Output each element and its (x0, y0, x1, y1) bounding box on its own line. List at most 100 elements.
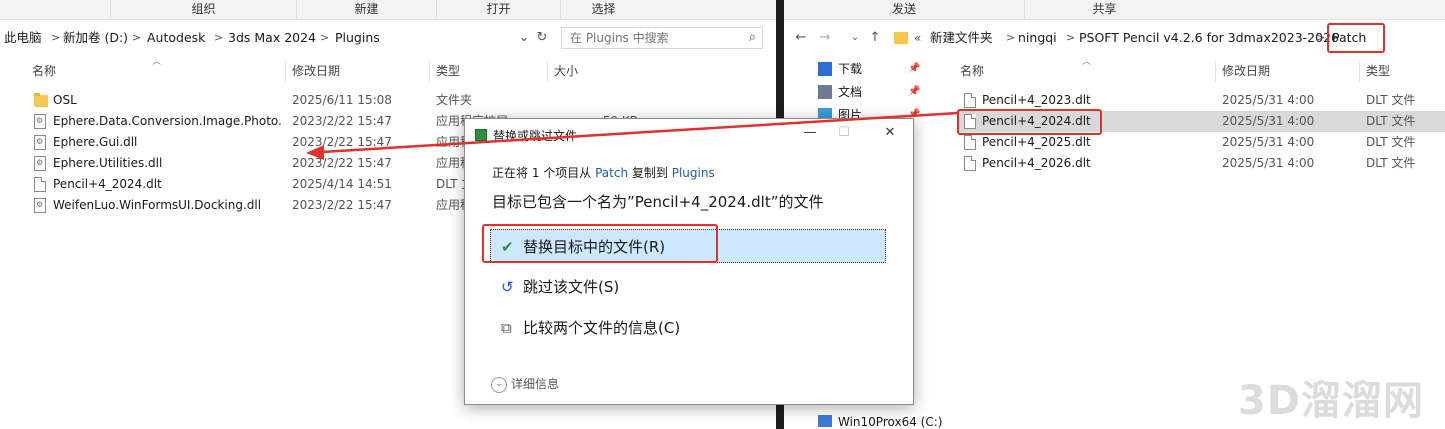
forward-arrow-icon[interactable]: → (816, 27, 834, 49)
table-row[interactable]: Pencil+4_2023.dlt 2025/5/31 4:00 DLT 文件 (958, 90, 1445, 111)
drive-icon (818, 415, 832, 427)
ribbon-open[interactable]: 打开 (436, 0, 560, 20)
compare-option-label: 比较两个文件的信息(C) (523, 319, 681, 337)
up-arrow-icon[interactable]: ↑ (866, 27, 884, 49)
column-header-date[interactable]: 修改日期 (1216, 60, 1360, 82)
file-date: 2025/5/31 4:00 (1222, 114, 1315, 128)
file-name: WeifenLuo.WinFormsUI.Docking.dll (53, 198, 262, 212)
file-date: 2023/2/22 15:47 (292, 156, 392, 170)
file-name: Pencil+4_2025.dlt (982, 135, 1091, 149)
dialog-subtitle: 正在将 1 个项目从 Patch 复制到 Plugins (492, 164, 715, 181)
breadcrumb-psoft-pencil[interactable]: PSOFT Pencil v4.2.6 for 3dmax2023-2026 (1079, 26, 1339, 50)
ribbon-share[interactable]: 共享 (1024, 0, 1184, 20)
breadcrumb-3dsmax[interactable]: 3ds Max 2024 (228, 26, 316, 50)
doc-icon (34, 177, 46, 192)
nav-item-label: 下载 (838, 62, 863, 76)
dialog-title: 替换或跳过文件 (493, 129, 578, 143)
breadcrumb-separator[interactable]: > (1006, 26, 1015, 50)
file-date: 2023/2/22 15:47 (292, 198, 392, 212)
file-name: Ephere.Data.Conversion.Image.Photo... (53, 114, 283, 128)
column-header-size[interactable]: 大小 (548, 60, 638, 82)
ribbon-send[interactable]: 发送 (784, 0, 1024, 20)
search-icon[interactable]: ⌕ (749, 30, 756, 45)
breadcrumb-separator[interactable]: > (132, 26, 141, 50)
annotation-box-pencil-2024 (957, 109, 1102, 135)
annotation-box-replace (482, 224, 718, 263)
recent-chevron-icon[interactable]: ⌄ (846, 27, 864, 49)
file-date: 2025/4/14 14:51 (292, 177, 392, 191)
source-folder-link[interactable]: Patch (595, 166, 628, 180)
breadcrumb-plugins[interactable]: Plugins (335, 26, 380, 50)
nav-item[interactable]: 下载 📌 (818, 58, 928, 80)
skip-arrow-icon: ↺ (501, 278, 514, 296)
download-icon (818, 62, 832, 76)
column-header-type[interactable]: 类型 (1360, 60, 1445, 82)
file-name: Pencil+4_2023.dlt (982, 93, 1091, 107)
file-date: 2025/5/31 4:00 (1222, 93, 1315, 107)
left-ribbon: 组织 新建 打开 选择 (0, 0, 776, 20)
breadcrumb-separator[interactable]: > (320, 26, 329, 50)
file-date: 2023/2/22 15:47 (292, 135, 392, 149)
subtitle-prefix: 正在将 1 个项目从 (492, 166, 592, 180)
minimize-icon[interactable]: — (795, 123, 825, 143)
close-icon[interactable]: ✕ (875, 123, 905, 143)
breadcrumb-this-pc[interactable]: 此电脑 (4, 26, 42, 50)
dll-icon (34, 135, 46, 150)
destination-folder-link[interactable]: Plugins (672, 166, 715, 180)
search-input[interactable] (562, 28, 732, 48)
breadcrumb-new-folder[interactable]: 新建文件夹 (930, 26, 993, 50)
refresh-icon[interactable]: ↻ (533, 27, 551, 49)
breadcrumb-ningqi[interactable]: ningqi (1018, 26, 1057, 50)
file-date: 2023/2/22 15:47 (292, 114, 392, 128)
compare-files-option[interactable]: ⧉ 比较两个文件的信息(C) (490, 310, 886, 344)
breadcrumb-overflow-icon[interactable]: « (914, 26, 921, 50)
annotation-box-patch (1327, 23, 1385, 53)
right-ribbon: 发送 共享 (784, 0, 1445, 20)
table-row[interactable]: OSL 2025/6/11 15:08 文件夹 (28, 90, 648, 111)
breadcrumb-separator[interactable]: > (214, 26, 223, 50)
column-header-type[interactable]: 类型 (430, 60, 548, 82)
folder-icon (894, 32, 908, 44)
nav-item[interactable]: 文档 📌 (818, 81, 928, 103)
breadcrumb-separator[interactable]: > (1316, 26, 1325, 50)
copy-dialog-icon (475, 129, 487, 141)
pin-icon[interactable]: 📌 (908, 81, 920, 103)
ribbon-select[interactable]: 选择 (560, 0, 646, 20)
document-icon (964, 135, 976, 150)
back-arrow-icon[interactable]: ← (792, 27, 810, 49)
breadcrumb-autodesk[interactable]: Autodesk (147, 26, 205, 50)
breadcrumb-separator[interactable]: > (1066, 26, 1075, 50)
dll-icon (34, 114, 46, 129)
skip-file-option[interactable]: ↺ 跳过该文件(S) (490, 269, 886, 303)
table-row[interactable]: Pencil+4_2026.dlt 2025/5/31 4:00 DLT 文件 (958, 153, 1445, 174)
file-type: 文件夹 (436, 93, 473, 107)
file-type: DLT 文件 (1366, 114, 1416, 128)
file-type: DLT 文件 (1366, 135, 1416, 149)
file-date: 2025/5/31 4:00 (1222, 156, 1315, 170)
left-search-box[interactable]: ⌕ (561, 27, 763, 49)
table-row[interactable]: Pencil+4_2025.dlt 2025/5/31 4:00 DLT 文件 (958, 132, 1445, 153)
column-header-date[interactable]: 修改日期 (286, 60, 430, 82)
file-type: DLT 文件 (1366, 93, 1416, 107)
ribbon-organize[interactable]: 组织 (110, 0, 296, 20)
file-date: 2025/5/31 4:00 (1222, 135, 1315, 149)
skip-option-label: 跳过该文件(S) (523, 278, 620, 296)
dll-icon (34, 198, 46, 213)
dialog-message: 目标已包含一个名为”Pencil+4_2024.dlt”的文件 (492, 193, 824, 211)
file-name: Pencil+4_2024.dlt (53, 177, 162, 191)
dropdown-chevron-icon[interactable]: ⌄ (515, 27, 533, 49)
subtitle-mid: 复制到 (631, 166, 668, 180)
column-header-name[interactable]: 名称 (26, 60, 286, 82)
maximize-icon[interactable]: ☐ (829, 123, 859, 143)
details-label: 详细信息 (511, 377, 560, 391)
nav-item-label: 文档 (838, 85, 863, 99)
pin-icon[interactable]: 📌 (908, 58, 920, 80)
column-header-name[interactable]: 名称 (954, 60, 1216, 82)
more-details-toggle[interactable]: ⌄ 详细信息 (491, 375, 559, 393)
compare-icon: ⧉ (501, 319, 512, 337)
file-name: Ephere.Utilities.dll (53, 156, 163, 170)
breadcrumb-drive-d[interactable]: 新加卷 (D:) (63, 26, 128, 50)
left-address-bar[interactable]: 此电脑 > 新加卷 (D:) > Autodesk > 3ds Max 2024… (0, 26, 560, 50)
breadcrumb-separator[interactable]: > (51, 26, 60, 50)
ribbon-new[interactable]: 新建 (296, 0, 436, 20)
